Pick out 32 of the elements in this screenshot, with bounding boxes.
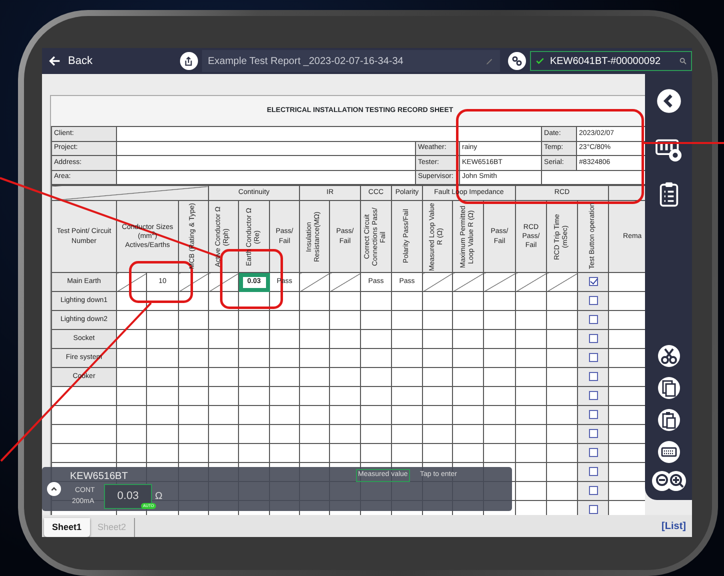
pencil-icon [485,56,494,66]
back-button[interactable]: Back [42,52,98,70]
chevron-up-icon[interactable] [50,485,58,493]
expand-button[interactable] [47,482,61,496]
checkbox[interactable] [588,352,598,362]
device-name: KEW6516BT [70,470,128,484]
back-arrow-icon [48,54,62,68]
checkbox[interactable] [588,486,598,495]
search-icon [679,57,687,65]
sheet-tab[interactable]: Sheet1 [44,518,90,537]
copy-icon[interactable] [656,376,680,400]
checkbox[interactable] [588,390,598,400]
zoom-buttons[interactable] [650,470,686,492]
paste-icon[interactable] [656,408,680,432]
share-icon[interactable] [180,52,198,70]
device-field[interactable]: KEW6041BT-#00000092 [530,51,692,71]
checkbox[interactable] [588,296,598,305]
checkbox[interactable] [588,428,598,438]
checkbox[interactable] [588,314,598,324]
list-link[interactable]: [List] [662,519,686,534]
checkbox[interactable] [588,334,598,343]
checkbox[interactable] [588,466,598,476]
report-title-field[interactable]: Example Test Report _2023-02-07-16-34-34 [202,50,500,72]
checkbox[interactable] [588,448,598,457]
unit-label: Ω [155,490,162,504]
checkbox[interactable] [588,276,598,286]
collapse-button[interactable] [656,88,682,114]
checkbox[interactable] [588,372,598,381]
keyboard-icon[interactable] [656,440,680,464]
scissors-icon[interactable] [656,344,680,368]
checkbox[interactable] [588,410,598,419]
checkbox[interactable] [588,504,598,514]
